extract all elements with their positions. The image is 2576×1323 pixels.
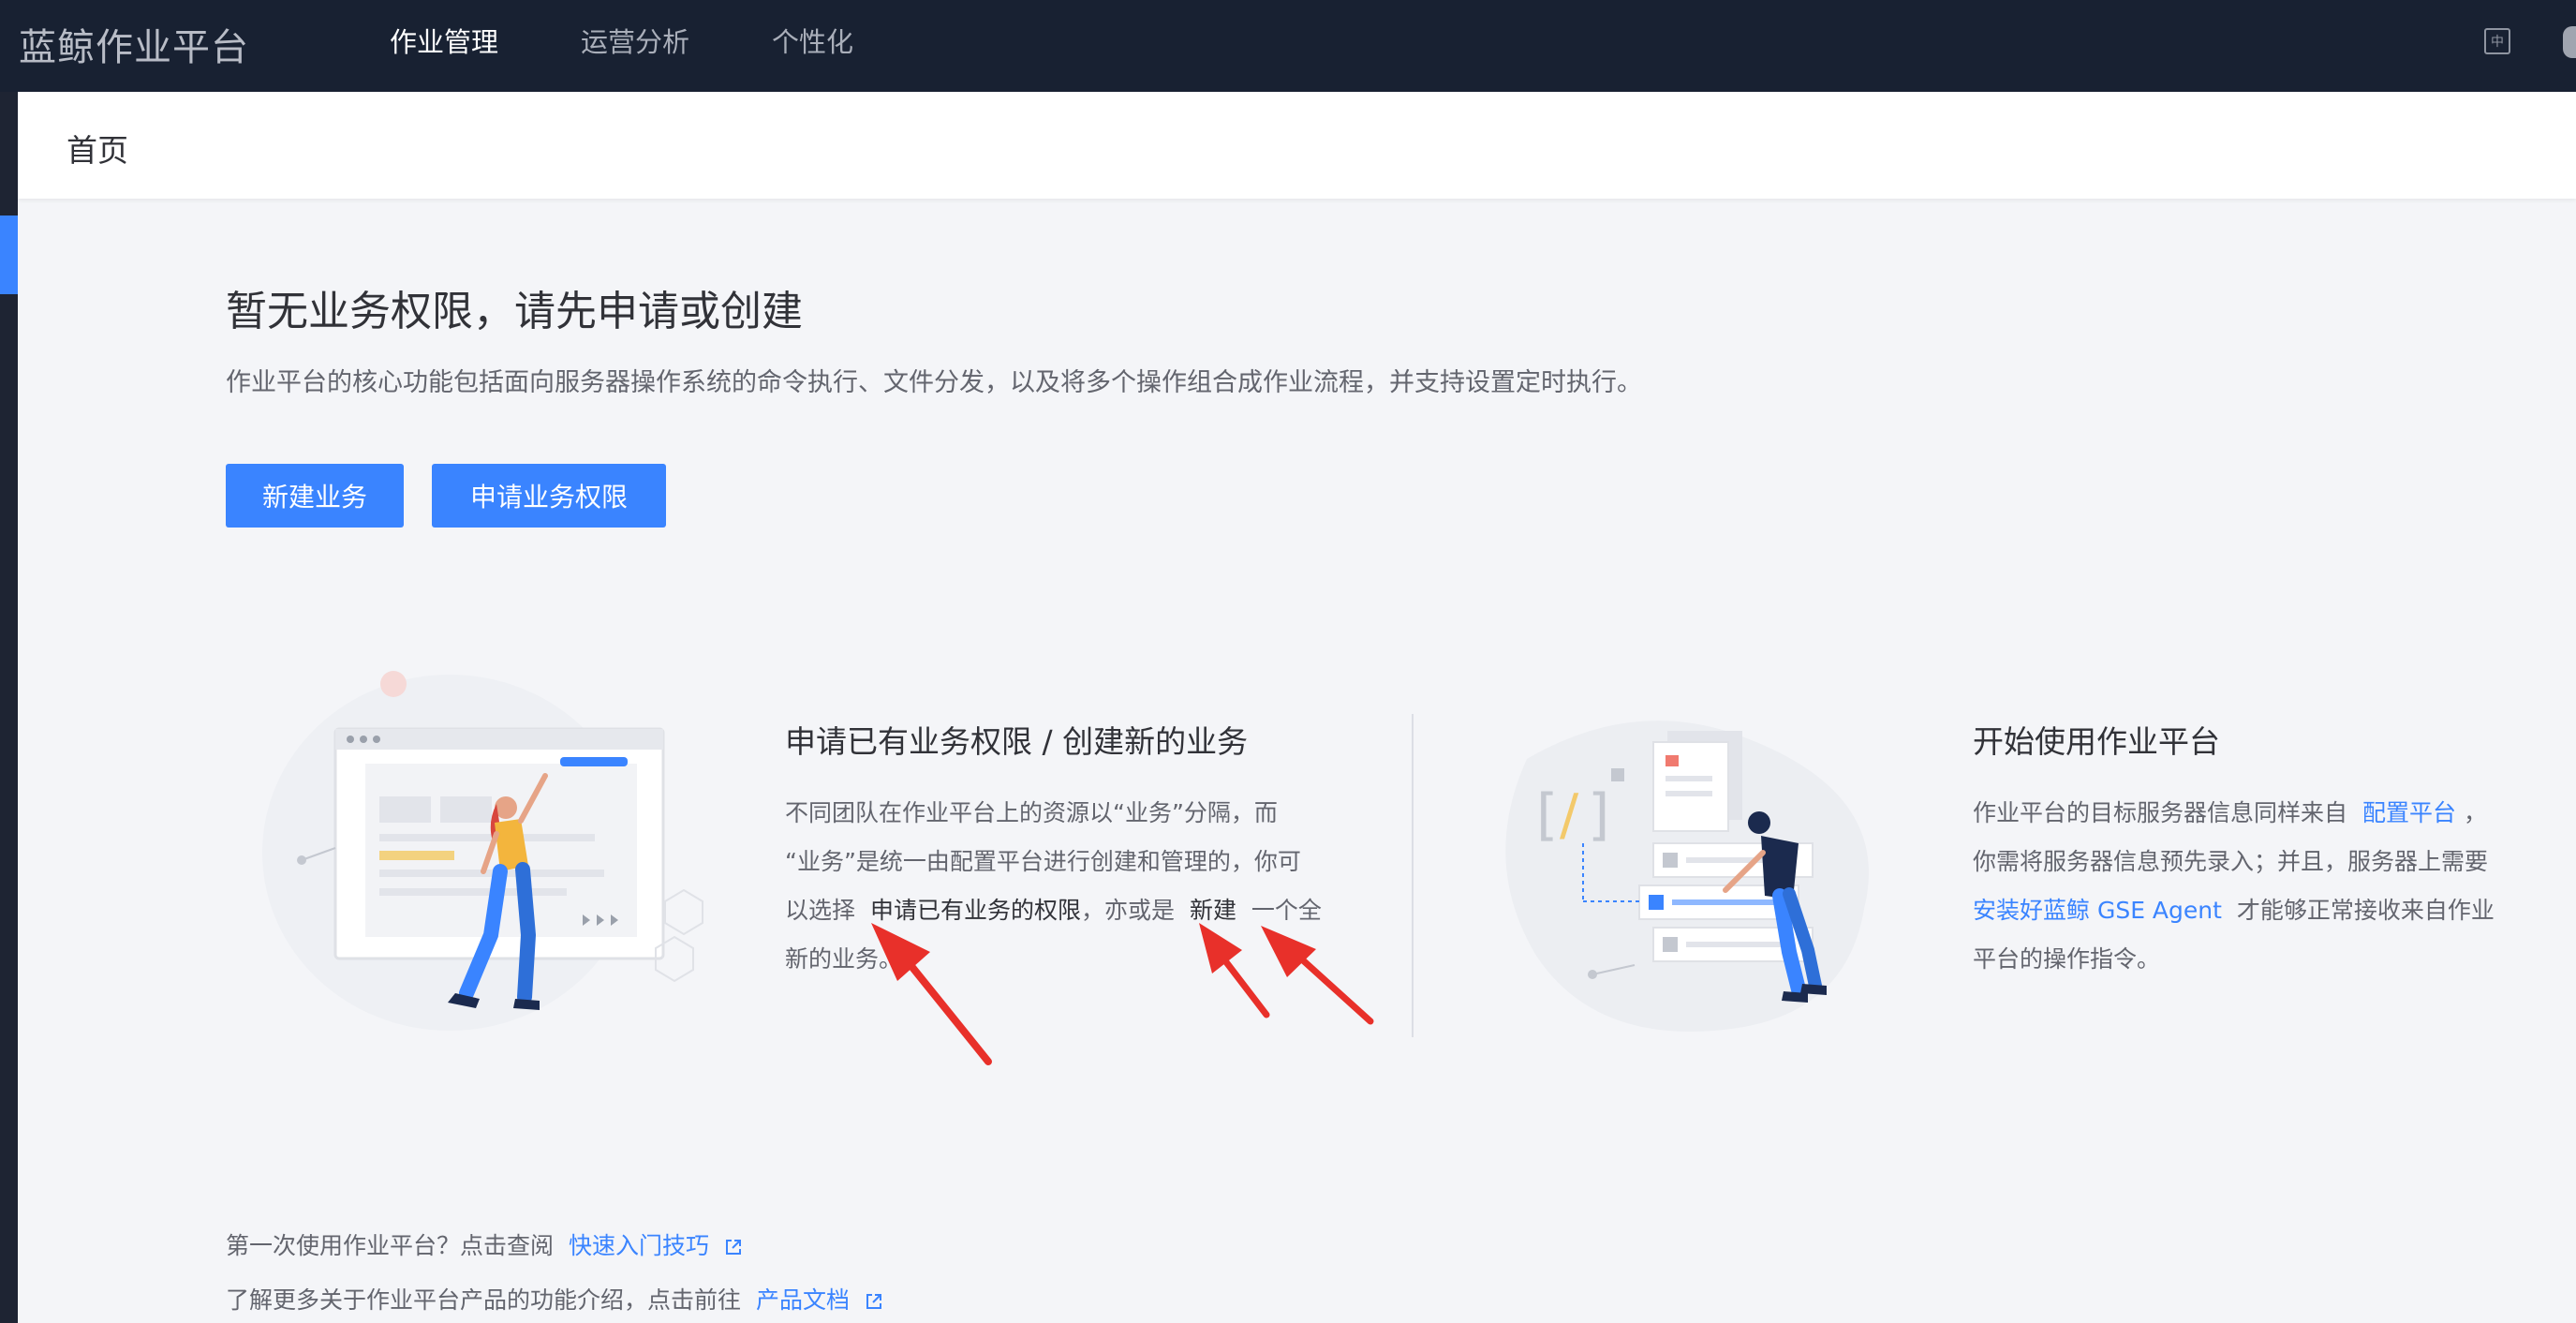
getting-started-line3: 安装好蓝鲸 GSE Agent 才能够正常接收来自作业 (1973, 886, 2535, 935)
quick-start-hint: 第一次使用作业平台？点击查阅 快速入门技巧 (226, 1227, 743, 1261)
cmdb-link[interactable]: 配置平台 (2362, 799, 2456, 826)
line3-prefix: 以选择 (785, 897, 856, 924)
section-divider (1412, 714, 1414, 1037)
new-business-button[interactable]: 新建业务 (226, 464, 404, 528)
install-gse-agent-link[interactable]: 安装好蓝鲸 GSE Agent (1973, 897, 2222, 924)
getting-started-title: 开始使用作业平台 (1973, 723, 2220, 760)
apply-permission-illustration (262, 671, 703, 1031)
sidebar-active-indicator[interactable] (0, 216, 18, 294)
language-icon[interactable]: 中 (2484, 28, 2510, 54)
apply-existing-permission-link[interactable]: 申请已有业务的权限 (870, 897, 1081, 924)
apply-or-create-line2: “业务”是统一由配置平台进行创建和管理的，你可 (785, 848, 1301, 875)
line1-suffix: ， (2463, 799, 2487, 826)
quick-start-text: 第一次使用作业平台？点击查阅 (226, 1232, 555, 1259)
empty-permission-headline: 暂无业务权限，请先申请或创建 (226, 288, 803, 335)
line3-mid: ，亦或是 (1080, 897, 1175, 924)
product-docs-text: 了解更多关于作业平台产品的功能介绍，点击前往 (226, 1286, 742, 1314)
page-title: 首页 (67, 132, 128, 169)
svg-text:]: ] (1588, 782, 1609, 848)
getting-started-line1: 作业平台的目标服务器信息同样来自 配置平台 ， (1973, 789, 2535, 838)
nav-item-personalization[interactable]: 个性化 (772, 21, 853, 60)
getting-started-illustration: [ / ] (1505, 721, 1869, 1032)
page-header: 首页 (18, 92, 2576, 199)
main-nav: 作业管理 运营分析 个性化 (390, 21, 853, 60)
external-link-icon[interactable] (724, 1238, 743, 1256)
user-avatar-icon[interactable] (2563, 26, 2576, 58)
quick-start-link[interactable]: 快速入门技巧 (569, 1232, 709, 1259)
line3-suffix: 一个全 (1251, 897, 1322, 924)
line1-prefix: 作业平台的目标服务器信息同样来自 (1973, 799, 2348, 826)
apply-permission-button[interactable]: 申请业务权限 (432, 464, 666, 528)
getting-started-description: 作业平台的目标服务器信息同样来自 配置平台 ， 你需将服务器信息预先录入；并且，… (1973, 789, 2535, 984)
platform-description: 作业平台的核心功能包括面向服务器操作系统的命令执行、文件分发，以及将多个操作组合… (226, 368, 1642, 397)
product-docs-hint: 了解更多关于作业平台产品的功能介绍，点击前往 产品文档 (226, 1282, 883, 1316)
create-new-business-link[interactable]: 新建 (1190, 897, 1236, 924)
app-title[interactable]: 蓝鲸作业平台 (19, 17, 249, 71)
getting-started-line4: 平台的操作指令。 (1973, 945, 2161, 973)
svg-text:/: / (1560, 782, 1579, 848)
external-link-icon[interactable] (865, 1292, 883, 1311)
apply-or-create-description: 不同团队在作业平台上的资源以“业务”分隔，而 “业务”是统一由配置平台进行创建和… (785, 789, 1347, 984)
apply-or-create-line3: 以选择 申请已有业务的权限，亦或是 新建 一个全 (785, 886, 1347, 935)
top-navigation-bar: 蓝鲸作业平台 作业管理 运营分析 个性化 中 (0, 0, 2576, 92)
product-docs-link[interactable]: 产品文档 (756, 1286, 850, 1314)
apply-or-create-line4: 新的业务。 (785, 945, 903, 973)
apply-or-create-title: 申请已有业务权限 / 创建新的业务 (785, 723, 1249, 760)
svg-text:[: [ (1536, 782, 1558, 848)
apply-or-create-line1: 不同团队在作业平台上的资源以“业务”分隔，而 (785, 799, 1278, 826)
nav-item-operation-analysis[interactable]: 运营分析 (581, 21, 689, 60)
nav-item-job-management[interactable]: 作业管理 (390, 21, 498, 60)
getting-started-line2: 你需将服务器信息预先录入；并且，服务器上需要 (1973, 848, 2489, 875)
line3-suffix: 才能够正常接收来自作业 (2236, 897, 2495, 924)
